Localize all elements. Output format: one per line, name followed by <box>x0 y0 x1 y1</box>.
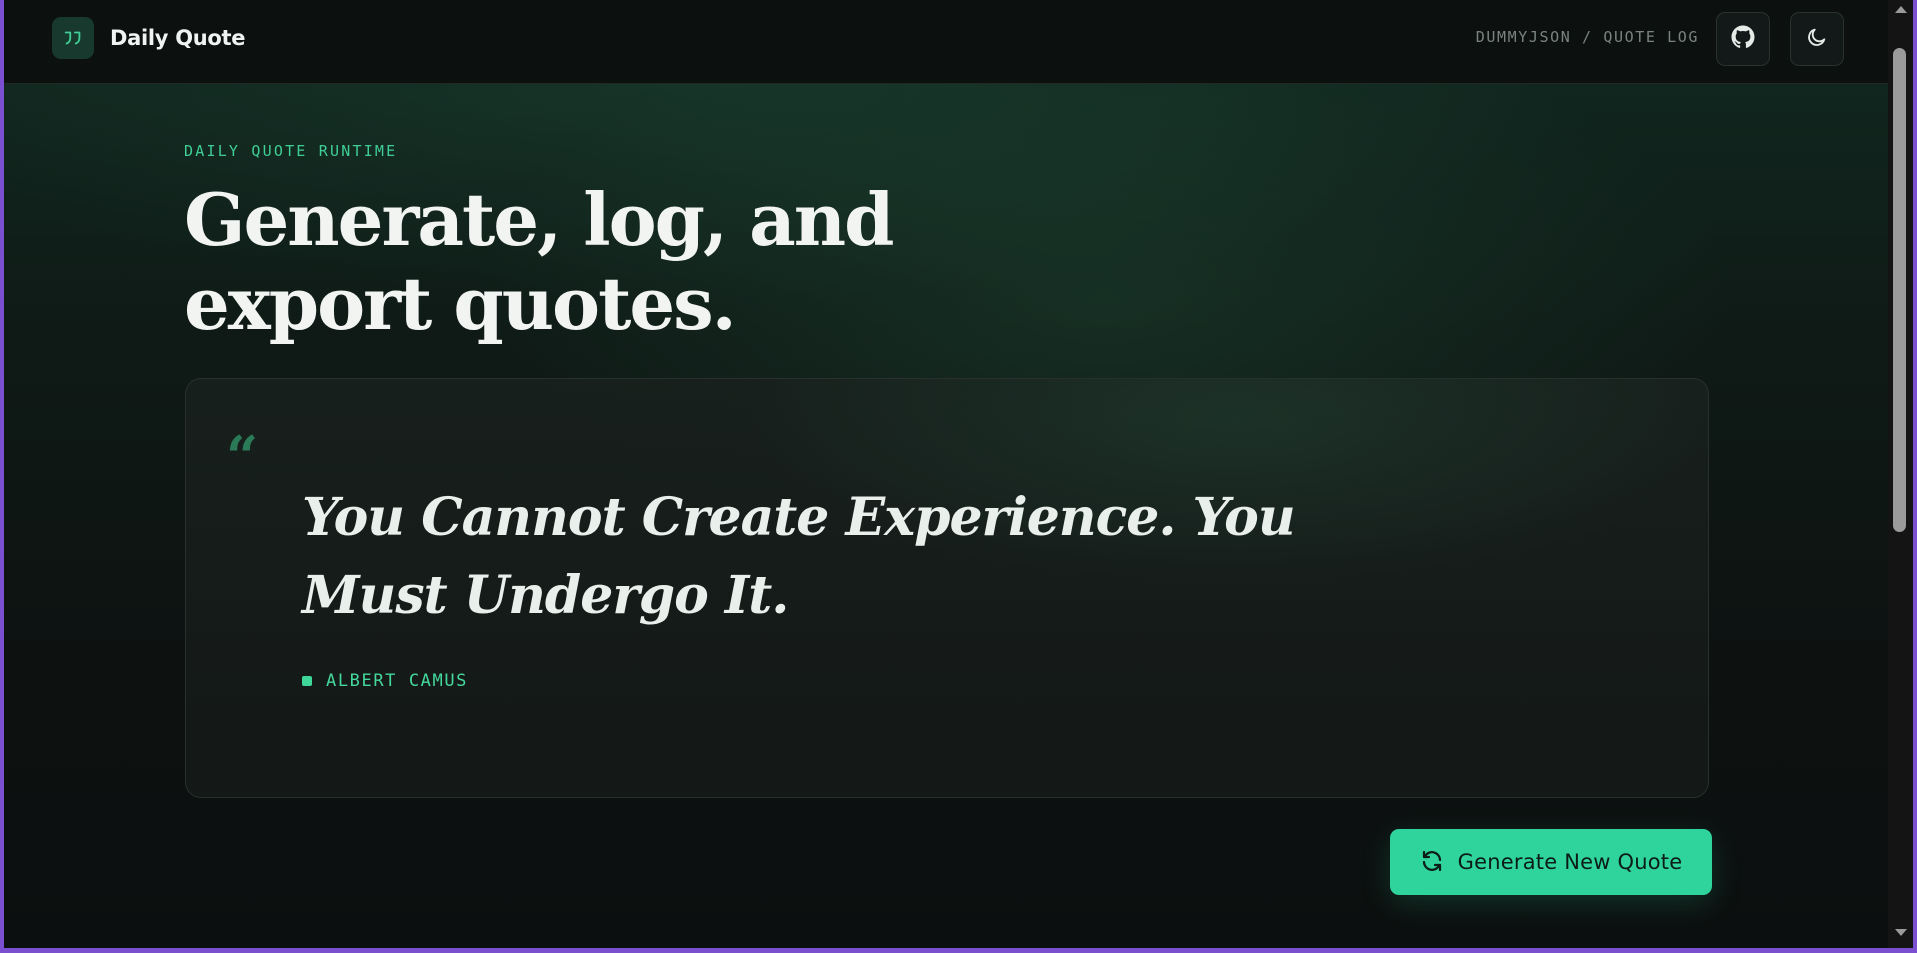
scrollbar-thumb[interactable] <box>1893 48 1906 532</box>
quote-text: You Cannot Create Experience. You Must U… <box>302 487 1296 626</box>
github-icon <box>1731 25 1755 53</box>
brand-name: Daily Quote <box>110 26 246 50</box>
page-headline: Generate, log, and export quotes. <box>184 178 984 346</box>
theme-toggle-button[interactable] <box>1790 12 1844 66</box>
quote-icon <box>52 17 94 59</box>
eyebrow-label: DAILY QUOTE RUNTIME <box>184 142 398 160</box>
app-window: Daily Quote DUMMYJSON / QUOTE LOG DAILY … <box>4 0 1892 948</box>
headline-line-2: export quotes. <box>184 261 737 346</box>
author-dot-icon <box>302 676 312 686</box>
refresh-icon <box>1420 849 1444 876</box>
generate-button-label: Generate New Quote <box>1457 850 1683 874</box>
quote-card: “ You Cannot Create Experience. You Must… <box>185 378 1709 798</box>
github-button[interactable] <box>1716 12 1770 66</box>
quote-log-link[interactable]: DUMMYJSON / QUOTE LOG <box>1476 28 1699 46</box>
quote-author: ALBERT CAMUS <box>302 671 468 691</box>
top-navigation-bar: Daily Quote DUMMYJSON / QUOTE LOG <box>4 0 1892 84</box>
brand[interactable]: Daily Quote <box>52 17 246 59</box>
vertical-scrollbar[interactable] <box>1888 0 1913 948</box>
quote-mark-icon: “ <box>226 424 259 490</box>
moon-icon <box>1806 26 1828 52</box>
scroll-up-arrow-icon[interactable] <box>1895 6 1907 13</box>
scroll-down-arrow-icon[interactable] <box>1895 929 1907 936</box>
generate-new-quote-button[interactable]: Generate New Quote <box>1390 829 1712 895</box>
headline-line-1: Generate, log, and <box>184 177 894 262</box>
author-name: ALBERT CAMUS <box>326 671 469 691</box>
